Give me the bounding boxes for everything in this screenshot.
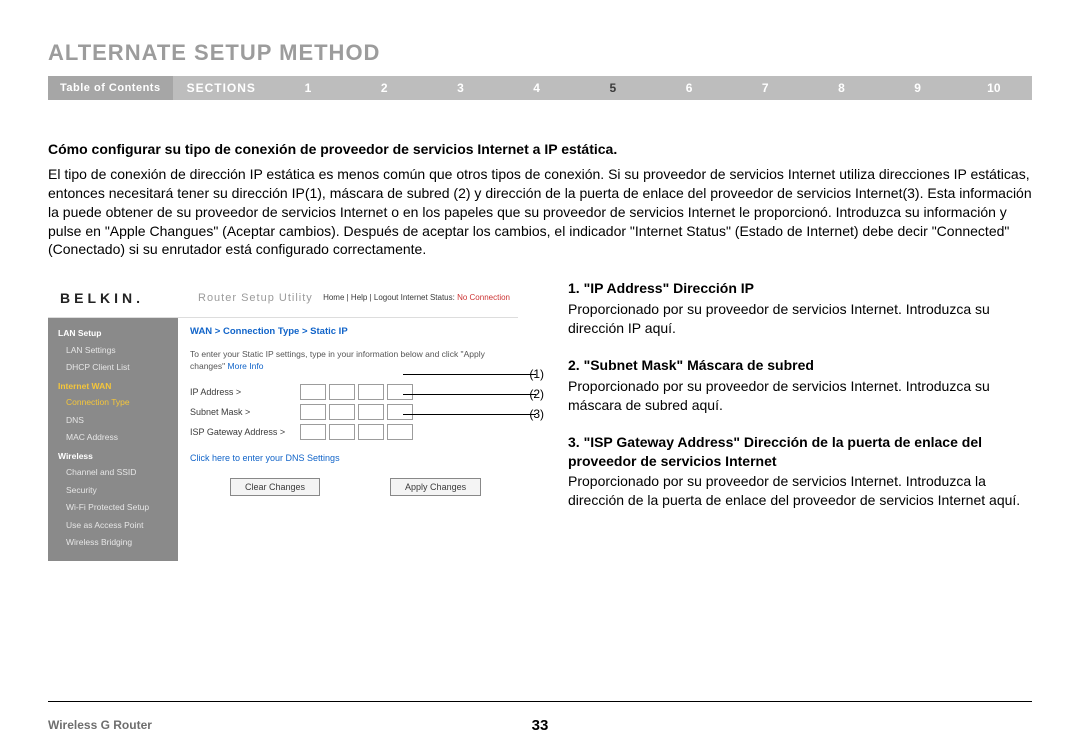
sidebar-group-wireless: Wireless bbox=[48, 447, 178, 464]
definition-text-2: Proporcionado por su proveedor de servic… bbox=[568, 377, 1032, 415]
belkin-logo: BELKIN. bbox=[48, 289, 190, 308]
sidebar-item-lan-settings[interactable]: LAN Settings bbox=[48, 342, 178, 359]
nav-section-6[interactable]: 6 bbox=[651, 76, 727, 100]
sidebar-item-channel-ssid[interactable]: Channel and SSID bbox=[48, 464, 178, 481]
sidebar-item-wireless-bridging[interactable]: Wireless Bridging bbox=[48, 534, 178, 551]
nav-section-3[interactable]: 3 bbox=[422, 76, 498, 100]
router-utility-screenshot: BELKIN. Router Setup Utility Home | Help… bbox=[48, 279, 518, 561]
router-breadcrumb: WAN > Connection Type > Static IP bbox=[190, 326, 508, 339]
field-label-subnet: Subnet Mask > bbox=[190, 406, 300, 418]
callout-line-2 bbox=[403, 394, 536, 395]
section-paragraph: El tipo de conexión de dirección IP está… bbox=[48, 165, 1032, 259]
definition-title-1: 1. "IP Address" Dirección IP bbox=[568, 279, 1032, 298]
router-utility-label: Router Setup Utility bbox=[190, 291, 323, 306]
nav-sections-label: SECTIONS bbox=[173, 76, 270, 100]
footer-product-name: Wireless G Router bbox=[48, 718, 152, 732]
more-info-link[interactable]: More Info bbox=[228, 361, 264, 371]
dns-settings-link[interactable]: Click here to enter your DNS Settings bbox=[190, 452, 508, 464]
sidebar-item-dns[interactable]: DNS bbox=[48, 412, 178, 429]
sidebar-item-security[interactable]: Security bbox=[48, 482, 178, 499]
nav-section-9[interactable]: 9 bbox=[880, 76, 956, 100]
page-title: ALTERNATE SETUP METHOD bbox=[48, 40, 1032, 66]
section-navbar: Table of Contents SECTIONS 12345678910 bbox=[48, 76, 1032, 100]
nav-section-8[interactable]: 8 bbox=[803, 76, 879, 100]
definition-title-2: 2. "Subnet Mask" Máscara de subred bbox=[568, 356, 1032, 375]
apply-changes-button[interactable]: Apply Changes bbox=[390, 478, 481, 496]
nav-section-5[interactable]: 5 bbox=[575, 76, 651, 100]
callout-3: (3) bbox=[529, 406, 544, 422]
sidebar-item-dhcp-client-list[interactable]: DHCP Client List bbox=[48, 359, 178, 376]
definition-text-3: Proporcionado por su proveedor de servic… bbox=[568, 472, 1032, 510]
router-sidebar: LAN Setup LAN Settings DHCP Client List … bbox=[48, 318, 178, 561]
clear-changes-button[interactable]: Clear Changes bbox=[230, 478, 320, 496]
router-instruction: To enter your Static IP settings, type i… bbox=[190, 349, 508, 372]
field-label-ip: IP Address > bbox=[190, 386, 300, 398]
sidebar-item-wps[interactable]: Wi-Fi Protected Setup bbox=[48, 499, 178, 516]
footer-page-number: 33 bbox=[532, 717, 549, 734]
nav-toc[interactable]: Table of Contents bbox=[48, 76, 173, 100]
router-main-panel: WAN > Connection Type > Static IP To ent… bbox=[178, 318, 518, 561]
nav-section-4[interactable]: 4 bbox=[499, 76, 575, 100]
internet-status-value: No Connection bbox=[457, 293, 510, 302]
footer-rule bbox=[48, 701, 1032, 702]
sidebar-item-access-point[interactable]: Use as Access Point bbox=[48, 517, 178, 534]
section-subheading: Cómo configurar su tipo de conexión de p… bbox=[48, 140, 1032, 159]
field-label-gateway: ISP Gateway Address > bbox=[190, 426, 300, 438]
ip-address-inputs[interactable] bbox=[300, 384, 413, 400]
sidebar-group-lan: LAN Setup bbox=[48, 324, 178, 341]
sidebar-item-connection-type[interactable]: Connection Type bbox=[48, 394, 178, 411]
sidebar-item-mac-address[interactable]: MAC Address bbox=[48, 429, 178, 446]
subnet-mask-inputs[interactable] bbox=[300, 404, 413, 420]
definition-text-1: Proporcionado por su proveedor de servic… bbox=[568, 300, 1032, 338]
callout-line-1 bbox=[403, 374, 536, 375]
callout-2: (2) bbox=[529, 386, 544, 402]
callout-line-3 bbox=[403, 414, 536, 415]
definition-title-3: 3. "ISP Gateway Address" Dirección de la… bbox=[568, 433, 1032, 471]
router-top-links-text: Home | Help | Logout Internet Status: bbox=[323, 293, 457, 302]
nav-section-10[interactable]: 10 bbox=[956, 76, 1032, 100]
nav-section-2[interactable]: 2 bbox=[346, 76, 422, 100]
callout-1: (1) bbox=[529, 366, 544, 382]
gateway-address-inputs[interactable] bbox=[300, 424, 413, 440]
nav-section-1[interactable]: 1 bbox=[270, 76, 346, 100]
router-top-links: Home | Help | Logout Internet Status: No… bbox=[323, 293, 518, 304]
nav-section-7[interactable]: 7 bbox=[727, 76, 803, 100]
sidebar-group-internet-wan: Internet WAN bbox=[48, 377, 178, 394]
